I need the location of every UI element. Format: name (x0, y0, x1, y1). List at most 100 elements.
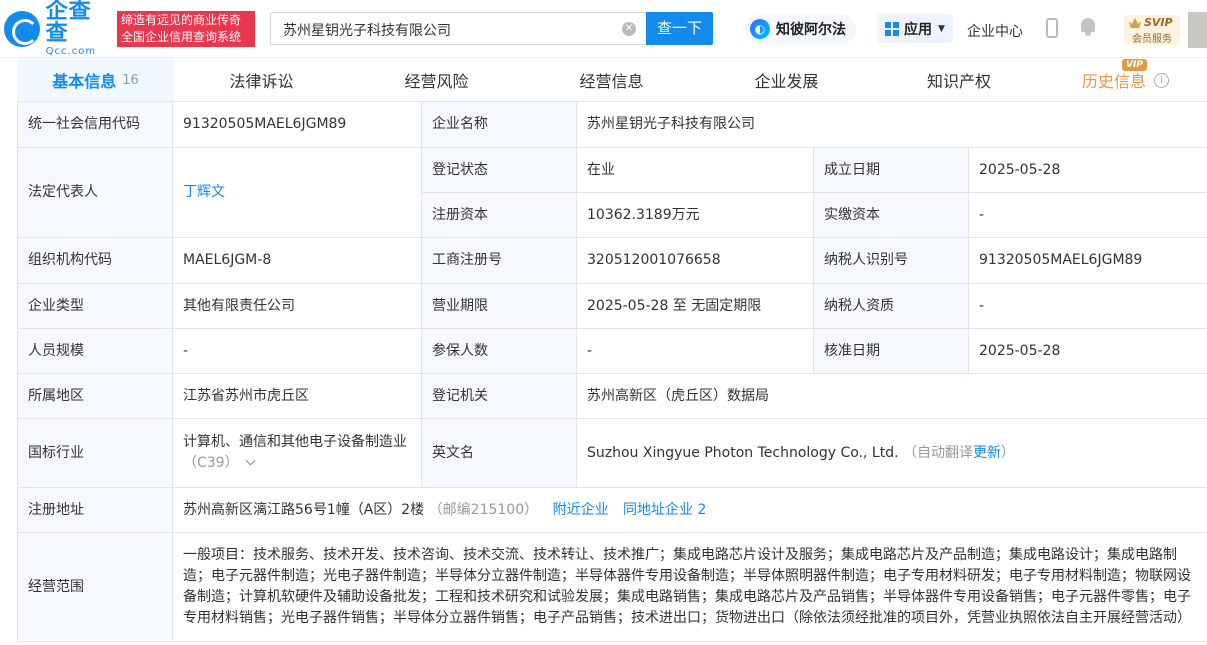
taxpayer-id-value: 91320505MAEL6JGM89 (968, 237, 1207, 284)
slogan-line2: 全国企业信用查询系统 (121, 30, 242, 44)
enterprise-center-link[interactable]: 企业中心 (967, 21, 1023, 41)
address-value: 苏州高新区漓江路56号1幢（A区）2楼 (183, 501, 425, 518)
qcc-logo[interactable]: 企查查 Qcc.com (4, 1, 114, 57)
credit-code-label: 统一社会信用代码 (17, 101, 173, 148)
scope-label: 经营范围 (17, 532, 173, 642)
staff-label: 人员规模 (17, 328, 173, 374)
found-date-label: 成立日期 (813, 147, 969, 193)
tab-basic-info[interactable]: 基本信息 16 (17, 58, 174, 102)
status-label: 登记状态 (421, 147, 577, 193)
taxpayer-id-label: 纳税人识别号 (813, 237, 969, 284)
paid-capital-value: - (968, 192, 1207, 238)
tab-label: 企业发展 (754, 72, 819, 91)
status-value: 在业 (576, 147, 814, 193)
org-code-value: MAEL6JGM-8 (172, 237, 422, 284)
org-code-label: 组织机构代码 (17, 237, 173, 284)
industry-cell: 计算机、通信和其他电子设备制造业 （C39） (172, 418, 422, 488)
authority-label: 登记机关 (421, 373, 577, 419)
scope-value: 一般项目：技术服务、技术开发、技术咨询、技术交流、技术转让、技术推广；集成电路芯… (172, 532, 1207, 642)
svip-title: SVIP (1144, 16, 1173, 29)
staff-value: - (172, 328, 422, 374)
reg-capital-value: 10362.3189万元 (576, 192, 814, 238)
ai-assistant-label: 知彼阿尔法 (776, 22, 846, 38)
avatar[interactable] (1188, 12, 1207, 48)
company-name-value: 苏州星钥光子科技有限公司 (576, 101, 1207, 148)
mobile-icon[interactable] (1046, 18, 1058, 38)
tab-ip[interactable]: 知识产权 (874, 58, 1044, 102)
type-value: 其他有限责任公司 (172, 283, 422, 329)
slogan-banner: 缔造有远见的商业传奇 全国企业信用查询系统 (117, 11, 255, 47)
industry-label: 国标行业 (17, 418, 173, 488)
search-input-value[interactable]: 苏州星钥光子科技有限公司 (283, 20, 451, 40)
biz-reg-no-value: 320512001076658 (576, 237, 814, 284)
svip-button[interactable]: SVIP 会员服务 (1124, 15, 1180, 45)
table-row: 国标行业 计算机、通信和其他电子设备制造业 （C39） 英文名 Suzhou X… (17, 418, 1207, 488)
top-header: 企查查 Qcc.com 缔造有远见的商业传奇 全国企业信用查询系统 苏州星钥光子… (0, 0, 1207, 58)
address-cell: 苏州高新区漓江路56号1幢（A区）2楼 （邮编215100） 附近企业 同地址企… (172, 487, 1207, 533)
taxpayer-qual-value: - (968, 283, 1207, 329)
logo-text: 企查查 Qcc.com (46, 1, 114, 57)
table-row: 企业类型 其他有限责任公司 营业期限 2025-05-28 至 无固定期限 纳税… (17, 283, 1207, 329)
approve-date-label: 核准日期 (813, 328, 969, 374)
info-icon[interactable]: i (1154, 72, 1169, 88)
tab-legal[interactable]: 法律诉讼 (174, 58, 349, 102)
apps-label: 应用 (904, 21, 932, 38)
table-row: 统一社会信用代码 91320505MAEL6JGM89 企业名称 苏州星钥光子科… (17, 101, 1207, 148)
auto-translate-note: （自动翻译 (903, 444, 973, 461)
auto-translate-end: ） (1001, 444, 1015, 461)
region-label: 所属地区 (17, 373, 173, 419)
search-input[interactable]: 苏州星钥光子科技有限公司 ✕ (270, 12, 646, 45)
table-row: 所属地区 江苏省苏州市虎丘区 登记机关 苏州高新区（虎丘区）数据局 (17, 373, 1207, 419)
tab-bar: 基本信息 16 法律诉讼 经营风险 经营信息 企业发展 知识产权 历史信息 VI… (17, 58, 1207, 102)
update-link[interactable]: 更新 (973, 445, 1001, 461)
ai-icon: ◐ (750, 19, 770, 39)
nearby-companies-link[interactable]: 附近企业 (553, 502, 609, 518)
paid-capital-label: 实缴资本 (813, 192, 969, 238)
reg-capital-label: 注册资本 (421, 192, 577, 238)
table-row: 法定代表人 丁辉文 登记状态 在业 成立日期 2025-05-28 (17, 147, 1207, 238)
table-row: 人员规模 - 参保人数 - 核准日期 2025-05-28 (17, 328, 1207, 374)
same-address-link[interactable]: 同地址企业 2 (623, 502, 706, 518)
industry-value: 计算机、通信和其他电子设备制造业 (183, 434, 407, 450)
tab-development[interactable]: 企业发展 (699, 58, 874, 102)
tab-label: 知识产权 (926, 72, 991, 91)
ai-assistant-button[interactable]: ◐ 知彼阿尔法 (746, 14, 856, 44)
tab-label: 法律诉讼 (229, 72, 294, 91)
industry-code-row[interactable]: （C39） (183, 453, 411, 474)
tab-operation-info[interactable]: 经营信息 (524, 58, 699, 102)
tab-business-risk[interactable]: 经营风险 (349, 58, 524, 102)
logo-en: Qcc.com (45, 46, 97, 57)
legal-rep-link[interactable]: 丁辉文 (183, 184, 225, 200)
logo-cn: 企查查 (45, 0, 92, 46)
tab-history[interactable]: 历史信息 VIP i (1044, 58, 1207, 102)
search-button[interactable]: 查一下 (646, 12, 713, 45)
clear-icon[interactable]: ✕ (622, 22, 636, 36)
slogan-line1: 缔造有远见的商业传奇 (121, 13, 242, 27)
svip-subtitle: 会员服务 (1132, 34, 1172, 45)
english-name-cell: Suzhou Xingyue Photon Technology Co., Lt… (576, 418, 1207, 488)
postcode: （邮编215100） (428, 501, 539, 518)
address-label: 注册地址 (17, 487, 173, 533)
bell-icon[interactable] (1080, 18, 1096, 36)
found-date-value: 2025-05-28 (968, 147, 1207, 193)
logo-mark-icon (4, 11, 40, 47)
basic-info-table: 统一社会信用代码 91320505MAEL6JGM89 企业名称 苏州星钥光子科… (17, 101, 1207, 642)
taxpayer-qual-label: 纳税人资质 (813, 283, 969, 329)
english-name-value: Suzhou Xingyue Photon Technology Co., Lt… (587, 444, 899, 461)
crown-icon (1129, 18, 1141, 28)
tab-label: 经营信息 (579, 72, 644, 91)
biz-reg-no-label: 工商注册号 (421, 237, 577, 284)
tab-count: 16 (122, 72, 139, 88)
vip-badge: VIP (1122, 59, 1147, 71)
apps-grid-icon (885, 21, 899, 36)
authority-value: 苏州高新区（虎丘区）数据局 (576, 373, 1207, 419)
approve-date-value: 2025-05-28 (968, 328, 1207, 374)
legal-rep-cell: 丁辉文 (172, 147, 422, 238)
insured-value: - (576, 328, 814, 374)
apps-menu-button[interactable]: 应用 ▼ (877, 14, 953, 43)
chevron-down-icon[interactable] (245, 455, 256, 466)
table-row: 经营范围 一般项目：技术服务、技术开发、技术咨询、技术交流、技术转让、技术推广；… (17, 532, 1207, 642)
english-name-label: 英文名 (421, 418, 577, 488)
legal-rep-label: 法定代表人 (17, 147, 173, 238)
tab-label: 经营风险 (404, 72, 469, 91)
